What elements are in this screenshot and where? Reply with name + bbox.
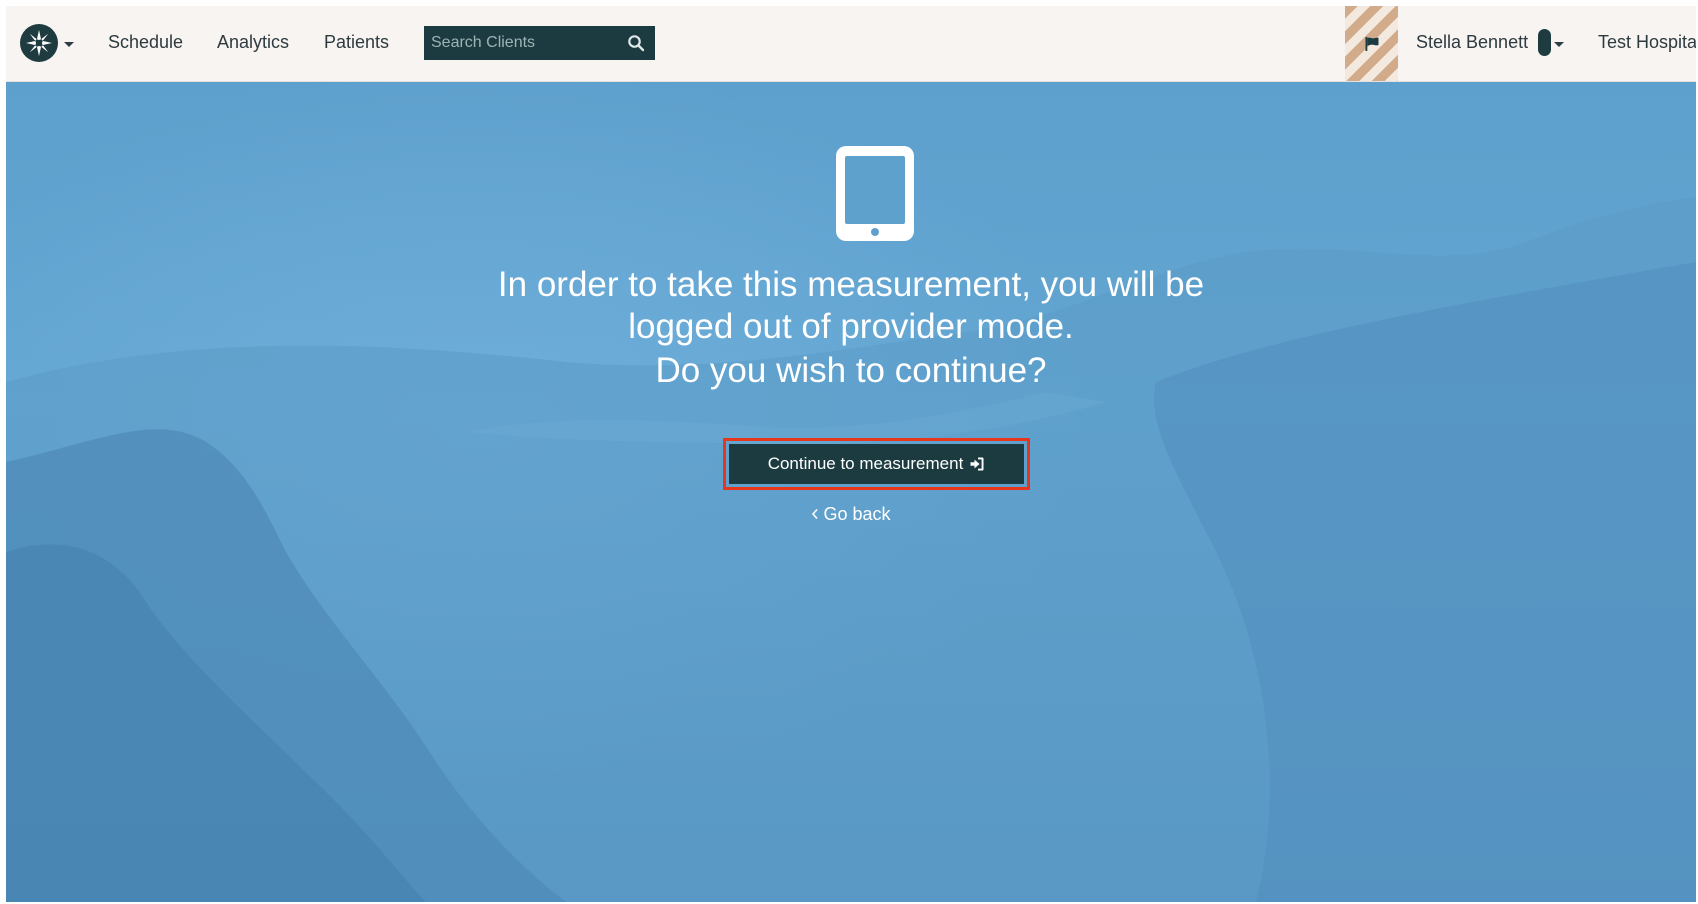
search-box	[424, 26, 655, 60]
nav-schedule[interactable]: Schedule	[108, 30, 183, 54]
flag-icon	[1365, 36, 1378, 51]
chevron-left-icon	[812, 508, 819, 520]
search-input[interactable]	[424, 26, 614, 60]
continue-question: Do you wish to continue?	[655, 351, 1047, 390]
go-back-link[interactable]: Go back	[811, 502, 891, 526]
sign-in-icon	[970, 457, 984, 471]
search-icon[interactable]	[627, 34, 645, 52]
user-menu-chevron-down-icon[interactable]	[1554, 42, 1564, 47]
continue-button-highlight: Continue to measurement	[723, 438, 1030, 490]
message-line-2: logged out of provider mode.	[628, 307, 1074, 346]
organization-name[interactable]: Test Hospital	[1598, 30, 1696, 54]
message-line-1: In order to take this measurement, you w…	[497, 265, 1205, 304]
flag-button[interactable]	[1345, 6, 1398, 81]
logo-menu-chevron-down-icon[interactable]	[64, 42, 74, 47]
tablet-icon	[836, 146, 914, 241]
nav-analytics[interactable]: Analytics	[217, 30, 289, 54]
avatar[interactable]	[1538, 29, 1551, 56]
measurement-confirmation-panel: In order to take this measurement, you w…	[6, 82, 1696, 902]
nav-patients[interactable]: Patients	[324, 30, 389, 54]
continue-to-measurement-button[interactable]: Continue to measurement	[729, 444, 1024, 484]
logout-warning-message: In order to take this measurement, you w…	[6, 264, 1696, 348]
app-frame: Schedule Analytics Patients Stella Benne…	[6, 6, 1696, 902]
continue-button-label: Continue to measurement	[767, 454, 964, 473]
go-back-label: Go back	[823, 504, 891, 524]
go-back-container: Go back	[6, 502, 1696, 526]
user-name[interactable]: Stella Bennett	[1416, 30, 1528, 54]
compass-star-icon[interactable]	[20, 24, 58, 62]
top-nav-bar: Schedule Analytics Patients Stella Benne…	[6, 6, 1696, 82]
